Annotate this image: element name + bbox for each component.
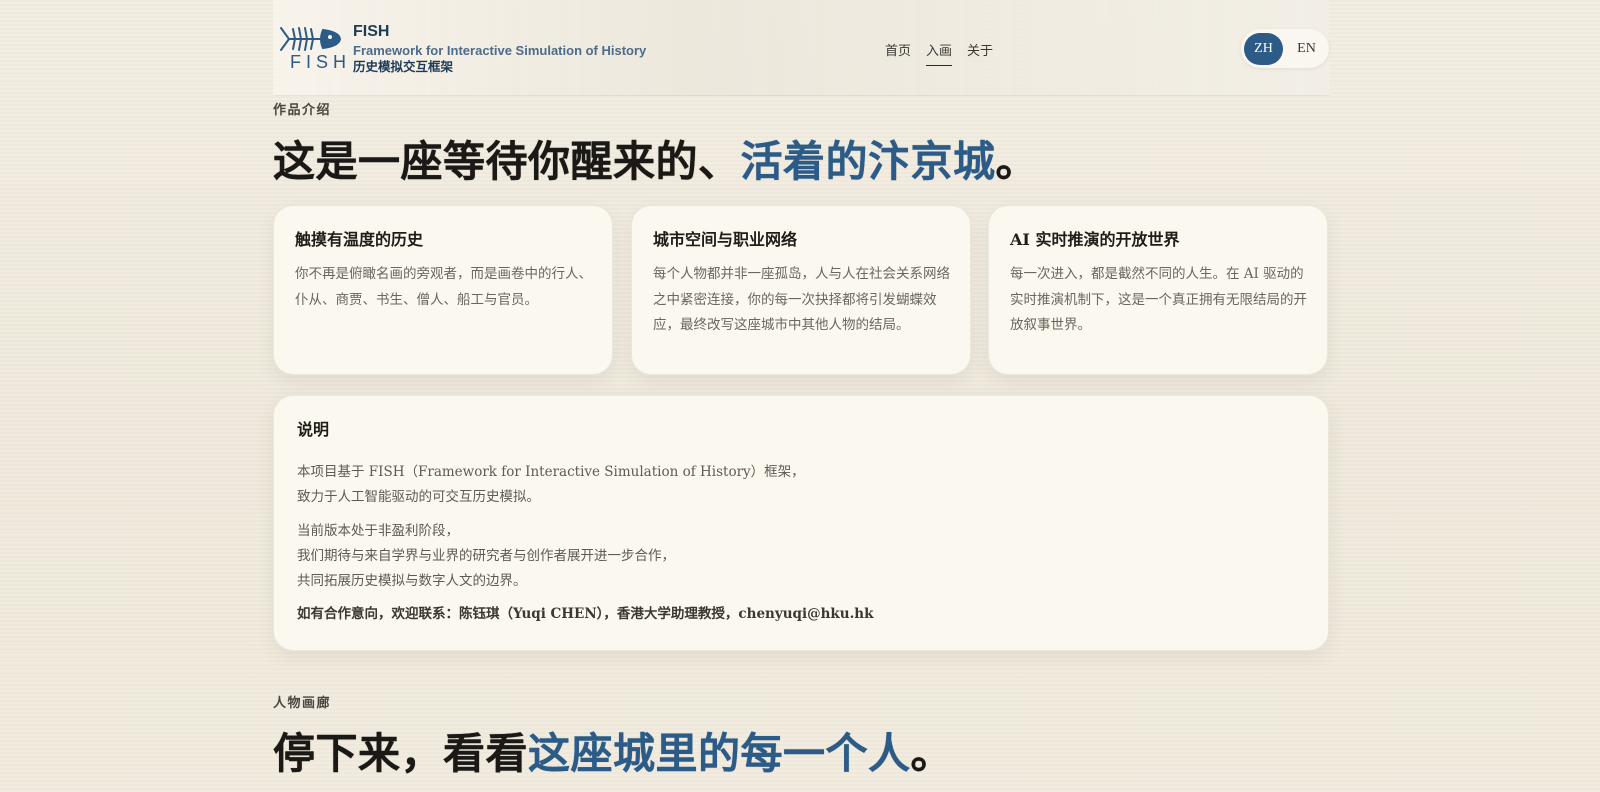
feature-card: AI 实时推演的开放世界 每一次进入，都是截然不同的人生。在 AI 驱动的实时推… [988,205,1328,375]
feature-card: 触摸有温度的历史 你不再是俯瞰名画的旁观者，而是画卷中的行人、仆从、商贾、书生、… [273,205,613,375]
note-line: 当前版本处于非盈利阶段， [297,523,459,539]
note-title: 说明 [297,420,330,439]
gallery-headline-end: 。 [910,729,954,778]
feature-card: 城市空间与职业网络 每个人物都并非一座孤岛，人与人在社会关系网络之中紧密连接，你… [631,205,971,375]
lang-en-button[interactable]: EN [1287,33,1326,65]
gallery-headline-accent: 这座城里的每一个人 [528,729,911,778]
card-text: 你不再是俯瞰名画的旁观者，而是画卷中的行人、仆从、商贾、书生、僧人、船工与官员。 [295,266,592,308]
section-label-gallery: 人物画廊 [273,696,332,711]
card-text: 每个人物都并非一座孤岛，人与人在社会关系网络之中紧密连接，你的每一次抉择都将引发… [653,266,950,333]
language-toggle: ZH EN [1241,29,1329,68]
gallery-headline: 停下来，看看这座城里的每一个人。 [273,729,953,779]
intro-headline-end: 。 [995,137,1039,186]
site-header: FISH FISH Framework for Interactive Simu… [273,0,1329,96]
nav-item-enter-painting[interactable]: 入画 [926,40,953,66]
card-title: 城市空间与职业网络 [653,230,798,249]
project-note-panel: 说明 本项目基于 FISH（Framework for Interactive … [273,395,1329,651]
intro-headline: 这是一座等待你醒来的、活着的汴京城。 [273,137,1038,187]
note-paragraph: 本项目基于 FISH（Framework for Interactive Sim… [297,460,1306,510]
note-paragraph: 当前版本处于非盈利阶段， 我们期待与来自学界与业界的研究者与创作者展开进一步合作… [297,519,1306,594]
note-line: 致力于人工智能驱动的可交互历史模拟。 [297,489,540,505]
brand-subtitle: Framework for Interactive Simulation of … [353,43,647,58]
card-title: 触摸有温度的历史 [295,230,424,249]
brand: FISH Framework for Interactive Simulatio… [353,22,646,76]
contact-info: 如有合作意向，欢迎联系：陈钰琪（Yuqi CHEN），香港大学助理教授，chen… [297,606,874,622]
note-line: 本项目基于 FISH（Framework for Interactive Sim… [297,464,805,480]
intro-headline-accent: 活着的汴京城 [740,137,996,186]
nav-item-home[interactable]: 首页 [885,40,911,66]
section-label-intro: 作品介绍 [273,103,332,118]
note-line: 我们期待与来自学界与业界的研究者与创作者展开进一步合作， [297,548,675,564]
nav-item-about[interactable]: 关于 [967,40,993,66]
main-nav: 首页 入画 关于 [885,40,993,66]
brand-subtitle-cn: 历史模拟交互框架 [353,60,454,74]
gallery-headline-main: 停下来，看看 [273,729,529,778]
intro-headline-main: 这是一座等待你醒来的、 [273,137,741,186]
card-title: AI 实时推演的开放世界 [1010,230,1180,249]
brand-name: FISH [353,23,390,40]
lang-zh-button[interactable]: ZH [1244,32,1283,65]
logo-wordmark: FISH [290,52,352,72]
card-text: 每一次进入，都是截然不同的人生。在 AI 驱动的实时推演机制下，这是一个真正拥有… [1010,266,1307,333]
note-line: 共同拓展历史模拟与数字人文的边界。 [297,573,527,589]
